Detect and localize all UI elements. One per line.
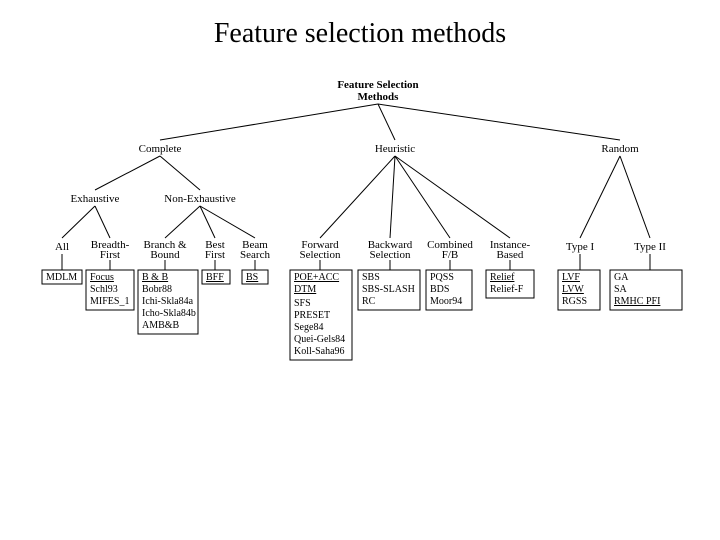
svg-text:Relief-F: Relief-F <box>490 284 524 295</box>
svg-text:BDS: BDS <box>430 284 449 295</box>
node-instance-l2: Based <box>497 249 524 261</box>
svg-text:BFF: BFF <box>206 272 224 283</box>
node-beam-l2: Search <box>240 249 270 261</box>
root-line1: Feature Selection <box>337 79 418 91</box>
node-heuristic: Heuristic <box>375 143 415 155</box>
svg-text:RC: RC <box>362 296 376 307</box>
node-complete: Complete <box>139 143 182 155</box>
node-breadth-l2: First <box>100 249 120 261</box>
svg-text:POE+ACC: POE+ACC <box>294 272 339 283</box>
node-best-l2: First <box>205 249 225 261</box>
node-backward-l2: Selection <box>370 249 411 261</box>
node-exhaustive: Exhaustive <box>71 193 120 205</box>
svg-text:Ichi-Skla84a: Ichi-Skla84a <box>142 296 194 307</box>
svg-text:Quei-Gels84: Quei-Gels84 <box>294 334 345 345</box>
svg-text:Schl93: Schl93 <box>90 284 118 295</box>
svg-text:Koll-Saha96: Koll-Saha96 <box>294 346 345 357</box>
svg-text:Focus: Focus <box>90 272 114 283</box>
leaf-bb: B & B Bobr88 Ichi-Skla84a Icho-Skla84b A… <box>138 270 198 334</box>
svg-text:LVW: LVW <box>562 284 584 295</box>
node-random: Random <box>601 143 639 155</box>
root-line2: Methods <box>358 91 400 103</box>
svg-text:DTM: DTM <box>294 284 316 295</box>
node-forward-l2: Selection <box>300 249 341 261</box>
svg-text:SBS-SLASH: SBS-SLASH <box>362 284 415 295</box>
svg-text:SA: SA <box>614 284 628 295</box>
svg-text:LVF: LVF <box>562 272 580 283</box>
svg-text:Moor94: Moor94 <box>430 296 462 307</box>
leaf-breadth: Focus Schl93 MIFES_1 <box>86 270 134 310</box>
svg-text:B & B: B & B <box>142 272 168 283</box>
svg-text:MDLM: MDLM <box>46 272 77 283</box>
node-type1: Type I <box>566 241 595 253</box>
node-all: All <box>55 241 69 253</box>
svg-text:Relief: Relief <box>490 272 515 283</box>
svg-text:Icho-Skla84b: Icho-Skla84b <box>142 308 196 319</box>
leaf-forward: POE+ACC DTM SFS PRESET Sege84 Quei-Gels8… <box>290 270 352 360</box>
node-combined-l2: F/B <box>442 249 459 261</box>
svg-text:BS: BS <box>246 272 258 283</box>
node-type2: Type II <box>634 241 666 253</box>
svg-text:RMHC PFI: RMHC PFI <box>614 296 660 307</box>
svg-text:AMB&B: AMB&B <box>142 320 180 331</box>
leaf-type2: GA SA RMHC PFI <box>610 270 682 310</box>
svg-text:PQSS: PQSS <box>430 272 454 283</box>
leaf-best: BFF <box>202 270 230 284</box>
svg-text:Bobr88: Bobr88 <box>142 284 172 295</box>
leaf-combined: PQSS BDS Moor94 <box>426 270 472 310</box>
leaf-instance: Relief Relief-F <box>486 270 534 298</box>
node-nonexhaustive: Non-Exhaustive <box>164 193 236 205</box>
leaf-type1: LVF LVW RGSS <box>558 270 600 310</box>
leaf-beam: BS <box>242 270 268 284</box>
svg-text:GA: GA <box>614 272 629 283</box>
svg-text:SFS: SFS <box>294 298 311 309</box>
node-bb-l2: Bound <box>150 249 180 261</box>
leaf-all: MDLM <box>42 270 82 284</box>
diagram: Feature Selection Methods Complete Heuri… <box>0 60 720 520</box>
leaf-backward: SBS SBS-SLASH RC <box>358 270 420 310</box>
svg-text:RGSS: RGSS <box>562 296 587 307</box>
svg-text:Sege84: Sege84 <box>294 322 323 333</box>
svg-text:MIFES_1: MIFES_1 <box>90 296 129 307</box>
svg-text:PRESET: PRESET <box>294 310 330 321</box>
svg-text:SBS: SBS <box>362 272 380 283</box>
page-title: Feature selection methods <box>0 0 720 50</box>
